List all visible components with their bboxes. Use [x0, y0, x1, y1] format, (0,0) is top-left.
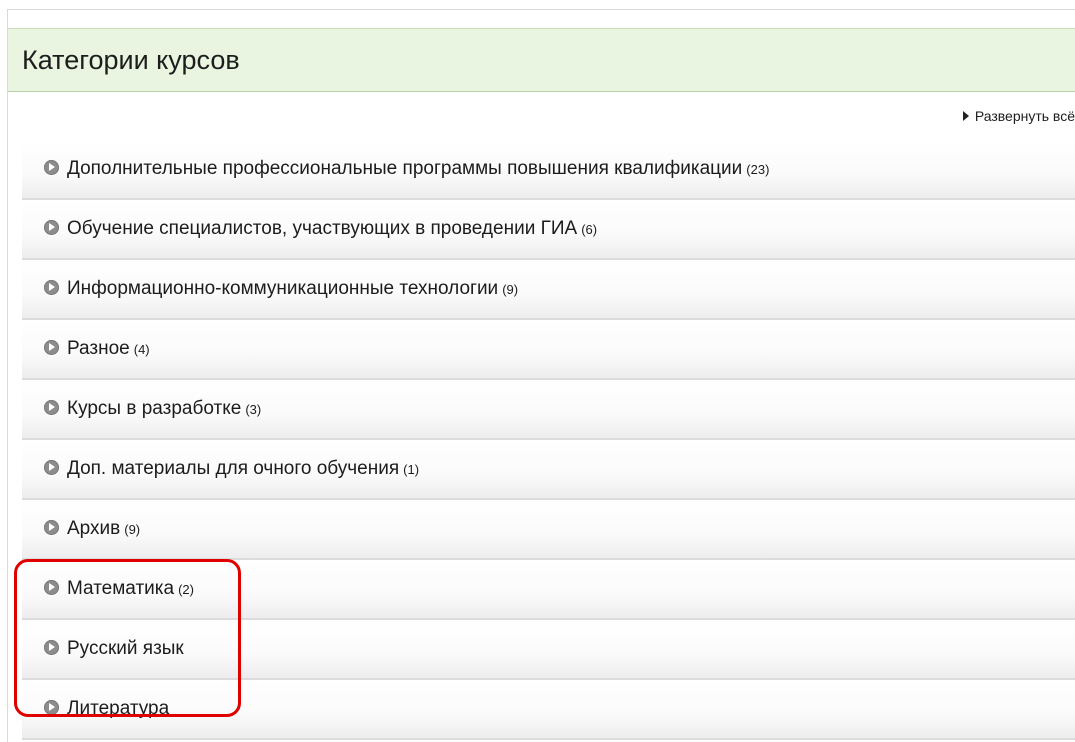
chevron-right-circle-icon [44, 400, 59, 415]
category-name[interactable]: Курсы в разработке [67, 398, 241, 419]
category-item-misc[interactable]: Разное (4) [22, 321, 1075, 380]
category-name[interactable]: Архив [67, 518, 120, 539]
category-name[interactable]: Обучение специалистов, участвующих в про… [67, 218, 577, 239]
expand-all-label: Развернуть всё [974, 108, 1075, 124]
expand-all-link[interactable]: Развернуть всё [962, 107, 1075, 125]
category-count: (3) [245, 402, 262, 417]
category-name[interactable]: Математика [67, 578, 174, 599]
category-count: (23) [746, 162, 770, 177]
chevron-right-circle-icon [44, 700, 59, 715]
category-count: (2) [178, 582, 194, 597]
chevron-right-circle-icon [44, 460, 59, 475]
chevron-right-circle-icon [44, 160, 59, 175]
chevron-right-circle-icon [44, 580, 59, 595]
triangle-right-icon [962, 111, 969, 121]
category-count: (9) [124, 522, 141, 537]
chevron-right-circle-icon [44, 520, 59, 535]
category-item-in-development[interactable]: Курсы в разработке (3) [22, 381, 1075, 440]
category-item-russian-language[interactable]: Русский язык [22, 621, 1075, 680]
category-item-literature[interactable]: Литература [22, 681, 1075, 740]
page-frame: Категории курсов Развернуть всё Дополнит… [7, 9, 1075, 742]
chevron-right-circle-icon [44, 280, 59, 295]
category-name[interactable]: Дополнительные профессиональные программ… [67, 158, 742, 179]
page-header: Категории курсов [8, 28, 1075, 92]
category-item-gia-specialists[interactable]: Обучение специалистов, участвующих в про… [22, 201, 1075, 260]
category-count: (4) [133, 342, 150, 357]
category-item-ict[interactable]: Информационно-коммуникационные технологи… [22, 261, 1075, 320]
category-list: Дополнительные профессиональные программ… [22, 141, 1075, 741]
category-name[interactable]: Разное [67, 338, 130, 359]
category-item-archive[interactable]: Архив (9) [22, 501, 1075, 560]
chevron-right-circle-icon [44, 640, 59, 655]
page-title: Категории курсов [22, 45, 240, 75]
chevron-right-circle-icon [44, 340, 59, 355]
category-item-professional-programs[interactable]: Дополнительные профессиональные программ… [22, 141, 1075, 200]
category-name[interactable]: Доп. материалы для очного обучения [67, 458, 399, 479]
category-name[interactable]: Русский язык [67, 638, 184, 659]
chevron-right-circle-icon [44, 220, 59, 235]
category-count: (9) [502, 282, 519, 297]
category-item-mathematics[interactable]: Математика (2) [22, 561, 1075, 620]
category-name[interactable]: Информационно-коммуникационные технологи… [67, 278, 498, 299]
category-name[interactable]: Литература [67, 698, 169, 719]
category-count: (6) [581, 222, 598, 237]
category-count: (1) [403, 462, 420, 477]
category-item-extra-materials[interactable]: Доп. материалы для очного обучения (1) [22, 441, 1075, 500]
